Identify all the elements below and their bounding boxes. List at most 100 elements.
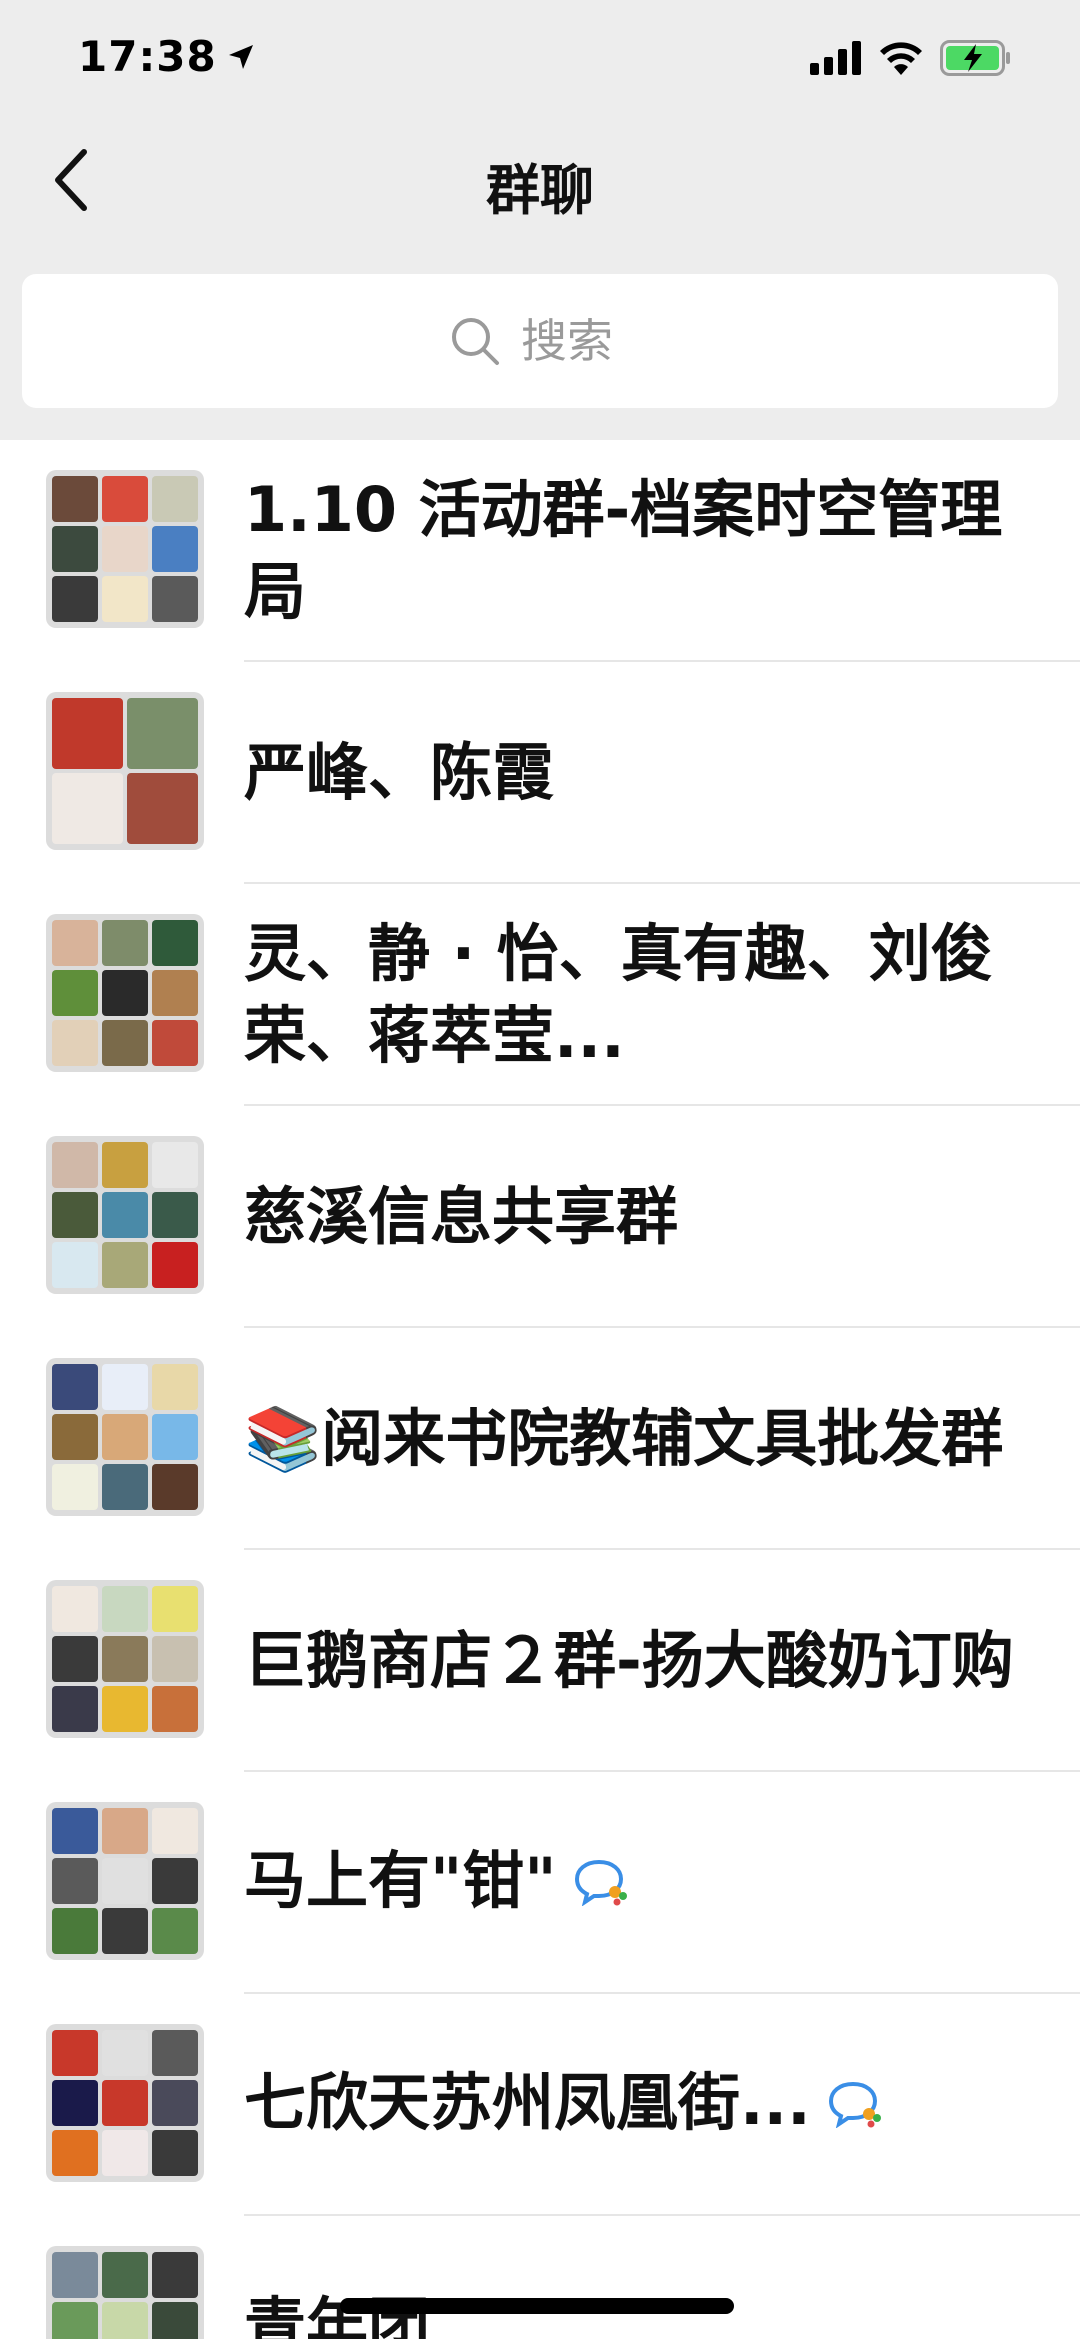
member-avatar-thumb [152, 2130, 198, 2176]
member-avatar-thumb [52, 1192, 98, 1238]
group-name: 慈溪信息共享群 [244, 1180, 679, 1253]
member-avatar-thumb [52, 526, 98, 572]
member-avatar-thumb [152, 1364, 198, 1410]
member-avatar-thumb [102, 1636, 148, 1682]
header-area: 17:38 群聊 搜索 [0, 0, 1080, 440]
member-avatar-thumb [52, 1858, 98, 1904]
group-name-container: 慈溪信息共享群 [244, 1106, 1024, 1328]
member-avatar-thumb [127, 698, 198, 769]
member-avatar-thumb [102, 476, 148, 522]
group-row[interactable]: 严峰、陈霞 [0, 662, 1080, 884]
group-row[interactable]: 慈溪信息共享群 [0, 1106, 1080, 1328]
member-avatar-thumb [127, 773, 198, 844]
member-avatar-thumb [52, 576, 98, 622]
member-avatar-thumb [102, 526, 148, 572]
member-avatar-thumb [52, 1636, 98, 1682]
group-name-line: 严峰、陈霞 [244, 732, 554, 814]
group-name: 📚阅来书院教辅文具批发群 [244, 1402, 1004, 1475]
group-name-line: 马上有"钳" [244, 1840, 629, 1926]
group-name-container: 严峰、陈霞 [244, 662, 1024, 884]
group-name-line: 📚阅来书院教辅文具批发群 [244, 1398, 1003, 1480]
group-row[interactable]: 📚阅来书院教辅文具批发群 [0, 1328, 1080, 1550]
member-avatar-thumb [152, 1242, 198, 1288]
member-avatar-thumb [102, 2030, 148, 2076]
member-avatar-thumb [52, 2080, 98, 2126]
status-time-group: 17:38 [78, 32, 255, 81]
member-avatar-thumb [152, 1908, 198, 1954]
wifi-icon [878, 41, 924, 75]
member-avatar-thumb [52, 1020, 98, 1066]
group-name-container: 灵、静 · 怡、真有趣、刘俊荣、蒋萃莹... [244, 884, 1024, 1106]
member-avatar-thumb [152, 2252, 198, 2298]
group-name-container: 马上有"钳" [244, 1772, 1024, 1994]
group-avatar [46, 1358, 204, 1516]
member-avatar-thumb [102, 920, 148, 966]
group-name-line: 巨鹅商店２群-扬大酸奶订购 [244, 1620, 1014, 1702]
group-name: 灵、静 · 怡、真有趣、刘俊荣、蒋萃莹... [244, 917, 993, 1072]
group-avatar [46, 1580, 204, 1738]
group-row[interactable]: 巨鹅商店２群-扬大酸奶订购 [0, 1550, 1080, 1772]
member-avatar-thumb [52, 2030, 98, 2076]
member-avatar-thumb [152, 1020, 198, 1066]
member-avatar-thumb [52, 1908, 98, 1954]
cellular-signal-icon [810, 41, 862, 75]
member-avatar-thumb [102, 1808, 148, 1854]
member-avatar-thumb [52, 1142, 98, 1188]
member-avatar-thumb [152, 476, 198, 522]
page-title: 群聊 [486, 159, 594, 222]
member-avatar-thumb [152, 1636, 198, 1682]
group-row[interactable]: 青年团 [0, 2216, 1080, 2339]
member-avatar-thumb [102, 2252, 148, 2298]
member-avatar-thumb [152, 970, 198, 1016]
search-input[interactable] [521, 314, 631, 368]
group-name: 巨鹅商店２群-扬大酸奶订购 [244, 1624, 1014, 1697]
member-avatar-thumb [152, 2302, 198, 2339]
group-avatar [46, 2024, 204, 2182]
member-avatar-thumb [102, 1192, 148, 1238]
group-row[interactable]: 七欣天苏州凤凰街... [0, 1994, 1080, 2216]
member-avatar-thumb [52, 1808, 98, 1854]
group-row[interactable]: 1.10 活动群-档案时空管理局 [0, 440, 1080, 662]
screen: 17:38 群聊 搜索 1.10 活动群-档案时空管理局 严峰、陈霞 灵、静 ·… [0, 0, 1080, 2339]
member-avatar-thumb [152, 920, 198, 966]
group-avatar [46, 1802, 204, 1960]
member-avatar-thumb [102, 1686, 148, 1732]
member-avatar-thumb [52, 970, 98, 1016]
member-avatar-thumb [52, 2130, 98, 2176]
group-avatar [46, 1136, 204, 1294]
group-name: 严峰、陈霞 [244, 736, 555, 809]
navigation-bar: 群聊 [0, 120, 1080, 244]
group-list: 1.10 活动群-档案时空管理局严峰、陈霞灵、静 · 怡、真有趣、刘俊荣、蒋萃莹… [0, 440, 1080, 2339]
member-avatar-thumb [52, 1464, 98, 1510]
group-name-line: 七欣天苏州凤凰街... [244, 2062, 883, 2148]
member-avatar-thumb [52, 1242, 98, 1288]
status-bar: 17:38 [0, 0, 1080, 120]
member-avatar-thumb [52, 698, 123, 769]
group-row[interactable]: 灵、静 · 怡、真有趣、刘俊荣、蒋萃莹... [0, 884, 1080, 1106]
member-avatar-thumb [102, 1908, 148, 1954]
member-avatar-thumb [102, 1586, 148, 1632]
member-avatar-thumb [152, 1192, 198, 1238]
group-name-line: 灵、静 · 怡、真有趣、刘俊荣、蒋萃莹... [244, 913, 1024, 1077]
home-indicator[interactable] [340, 2298, 734, 2314]
search-bar[interactable] [22, 274, 1058, 408]
group-name-container: 青年团 [244, 2216, 1024, 2339]
group-row[interactable]: 马上有"钳" [0, 1772, 1080, 1994]
member-avatar-thumb [52, 1586, 98, 1632]
member-avatar-thumb [102, 1242, 148, 1288]
group-avatar [46, 2246, 204, 2339]
member-avatar-thumb [152, 1464, 198, 1510]
enterprise-chat-icon [827, 2066, 883, 2148]
member-avatar-thumb [152, 2080, 198, 2126]
group-name-container: 七欣天苏州凤凰街... [244, 1994, 1024, 2216]
member-avatar-thumb [52, 1364, 98, 1410]
battery-charging-icon [940, 40, 1012, 76]
member-avatar-thumb [152, 1586, 198, 1632]
member-avatar-thumb [152, 1686, 198, 1732]
member-avatar-thumb [152, 1414, 198, 1460]
group-avatar [46, 692, 204, 850]
member-avatar-thumb [102, 1364, 148, 1410]
member-avatar-thumb [152, 576, 198, 622]
member-avatar-thumb [102, 2130, 148, 2176]
member-avatar-thumb [102, 1414, 148, 1460]
